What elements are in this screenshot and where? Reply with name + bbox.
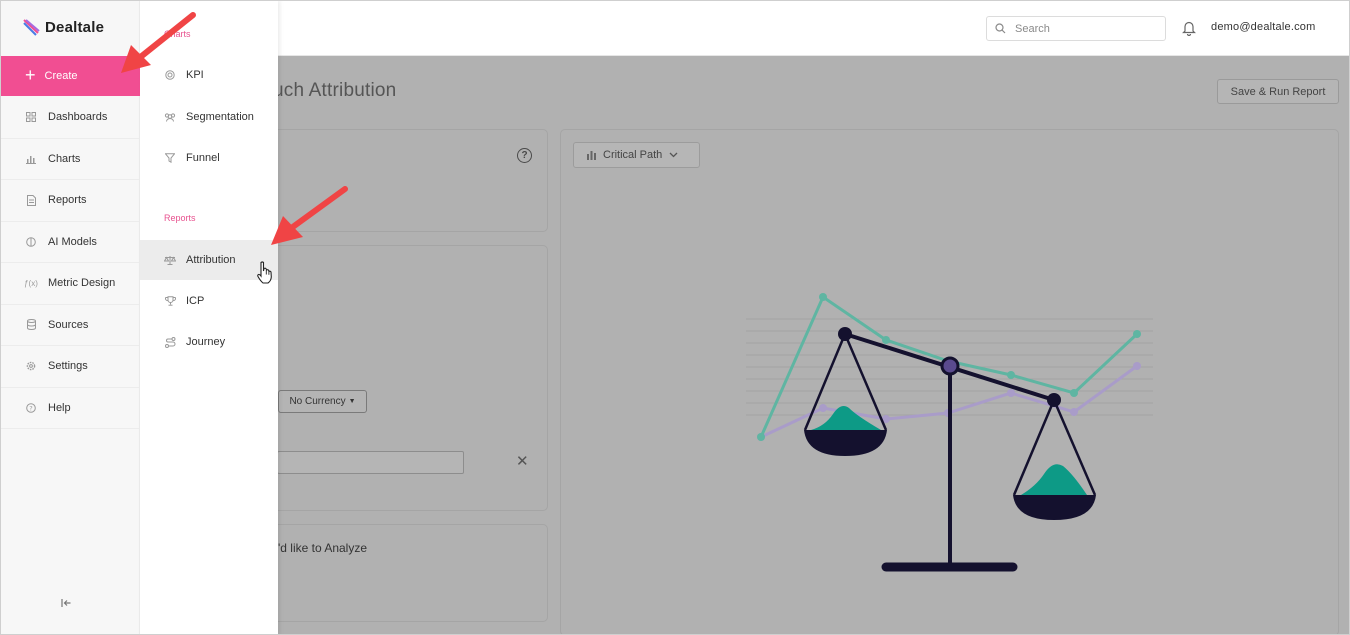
flyout-item-icp[interactable]: ICP [140, 281, 278, 321]
create-label: Create [44, 70, 78, 82]
sidebar-item-metric-design[interactable]: ƒ(x) Metric Design [1, 263, 140, 305]
funnel-icon [164, 153, 176, 163]
sidebar-item-label: Sources [48, 318, 89, 331]
scale-pivot [940, 356, 960, 376]
sidebar-item-label: Reports [48, 194, 87, 207]
currency-label: No Currency [289, 396, 346, 407]
document-icon [25, 194, 37, 206]
create-flyout-menu: Charts KPI Segmentation Funnel Reports A… [140, 1, 278, 634]
sidebar-item-dashboards[interactable]: Dashboards [1, 97, 140, 139]
right-scale-pan [1012, 393, 1097, 520]
close-icon[interactable]: ✕ [516, 452, 529, 470]
flyout-item-label: ICP [186, 295, 205, 307]
sidebar-nav: Dashboards Charts Reports AI Models ƒ(x)… [1, 97, 140, 429]
plus-icon: + [25, 64, 36, 85]
currency-dropdown[interactable]: No Currency ▼ [278, 390, 367, 413]
svg-text:?: ? [29, 404, 32, 412]
help-icon: ? [25, 402, 37, 413]
help-icon[interactable]: ? [517, 148, 532, 163]
flyout-item-label: Funnel [186, 152, 220, 164]
scale-icon [164, 255, 176, 265]
save-run-report-button[interactable]: Save & Run Report [1217, 79, 1339, 104]
flyout-item-journey[interactable]: Journey [140, 322, 278, 362]
dealtale-logo[interactable]: Dealtale [23, 19, 104, 36]
brand-name: Dealtale [45, 19, 105, 36]
sidebar-item-label: Dashboards [48, 111, 108, 124]
collapse-sidebar-icon[interactable] [61, 597, 72, 611]
page-title: uch Attribution [273, 80, 397, 101]
flyout-item-funnel[interactable]: Funnel [140, 138, 278, 178]
settings-card-bottom [263, 524, 548, 622]
caret-down-icon: ▼ [348, 398, 356, 405]
sidebar-item-settings[interactable]: Settings [1, 346, 140, 388]
sidebar-item-label: Metric Design [48, 277, 116, 290]
attribution-scale-illustration [746, 293, 1153, 572]
analyze-heading: 'd like to Analyze [278, 541, 368, 555]
route-icon [164, 336, 176, 348]
annotation-arrow-attribution [271, 186, 348, 245]
sidebar-item-label: Help [48, 401, 71, 414]
people-icon [164, 112, 176, 122]
dashboard-icon [25, 112, 37, 123]
bar-chart-icon [587, 151, 596, 160]
hand-cursor-icon [257, 261, 272, 284]
reports-section-heading: Reports [164, 213, 196, 223]
sidebar-item-label: Charts [48, 152, 81, 165]
search-placeholder: Search [1015, 22, 1050, 35]
sidebar-item-reports[interactable]: Reports [1, 180, 140, 222]
flyout-item-label: Attribution [186, 254, 236, 266]
critical-path-dropdown[interactable]: Critical Path [573, 142, 700, 168]
critical-path-label: Critical Path [603, 149, 663, 161]
brain-icon [25, 236, 37, 247]
flyout-item-segmentation[interactable]: Segmentation [140, 97, 278, 137]
sidebar-item-ai-models[interactable]: AI Models [1, 222, 140, 263]
sidebar-item-label: Settings [48, 360, 88, 373]
flyout-item-label: Segmentation [186, 111, 254, 123]
chevron-down-icon [669, 152, 678, 158]
flyout-item-label: Journey [186, 336, 226, 348]
search-input[interactable]: Search [986, 16, 1166, 41]
bell-icon[interactable] [1182, 20, 1196, 36]
function-icon: ƒ(x) [24, 278, 38, 288]
app-window: Search demo@dealtale.com uch Attribution… [0, 0, 1350, 635]
filter-input[interactable] [277, 451, 464, 474]
trophy-icon [164, 296, 176, 306]
user-email[interactable]: demo@dealtale.com [1211, 21, 1315, 33]
sidebar-item-help[interactable]: ? Help [1, 388, 140, 429]
sidebar: Dealtale + Create Dashboards Charts Repo… [1, 1, 140, 634]
sidebar-item-label: AI Models [48, 235, 97, 248]
search-icon [995, 23, 1006, 34]
database-icon [25, 319, 37, 331]
sidebar-item-sources[interactable]: Sources [1, 305, 140, 346]
gear-icon [25, 361, 37, 371]
sidebar-item-charts[interactable]: Charts [1, 139, 140, 180]
logo-icon [23, 19, 40, 36]
annotation-arrow-create [121, 12, 196, 73]
bar-chart-icon [25, 154, 37, 164]
